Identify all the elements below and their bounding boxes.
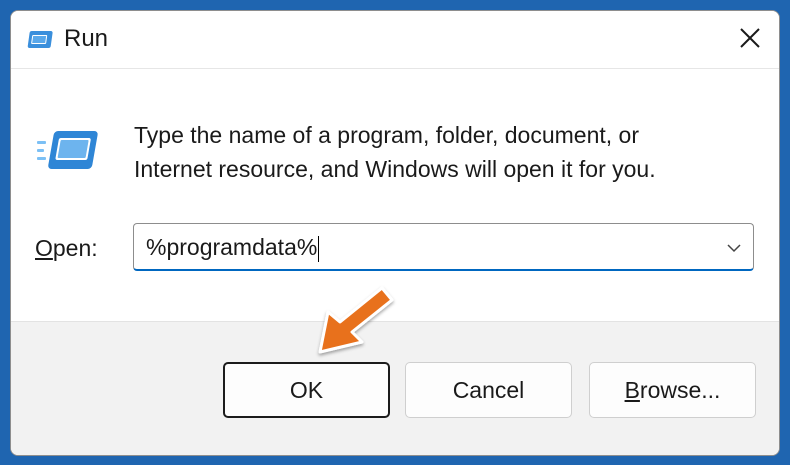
- text-caret: [318, 235, 320, 262]
- title-bar: Run: [11, 11, 779, 69]
- open-label-text: pen:: [52, 235, 98, 261]
- description-line-1: Type the name of a program, folder, docu…: [134, 122, 640, 148]
- close-icon: [739, 27, 761, 54]
- open-label-access-key: O: [35, 235, 53, 261]
- open-label: Open:: [35, 235, 98, 262]
- open-combobox[interactable]: %programdata%: [133, 223, 754, 271]
- run-app-icon: [27, 30, 55, 50]
- orange-arrow-pointer: [318, 286, 394, 354]
- browse-label: rowse...: [639, 376, 721, 403]
- cancel-button[interactable]: Cancel: [405, 362, 572, 418]
- browse-access-key: B: [624, 376, 640, 403]
- run-dialog: Run Type the name of a program, folder, …: [10, 10, 780, 456]
- run-icon: [37, 127, 101, 173]
- window-title: Run: [64, 25, 109, 52]
- desktop-background: Run Type the name of a program, folder, …: [0, 0, 790, 465]
- ok-button[interactable]: OK: [223, 362, 390, 418]
- dialog-description: Type the name of a program, folder, docu…: [134, 118, 754, 186]
- description-line-2: Internet resource, and Windows will open…: [134, 156, 656, 182]
- close-button[interactable]: [735, 25, 765, 55]
- browse-button[interactable]: Browse...: [589, 362, 756, 418]
- open-input-value: %programdata%: [146, 234, 318, 260]
- chevron-down-icon[interactable]: [725, 239, 743, 257]
- open-input[interactable]: %programdata%: [146, 224, 706, 270]
